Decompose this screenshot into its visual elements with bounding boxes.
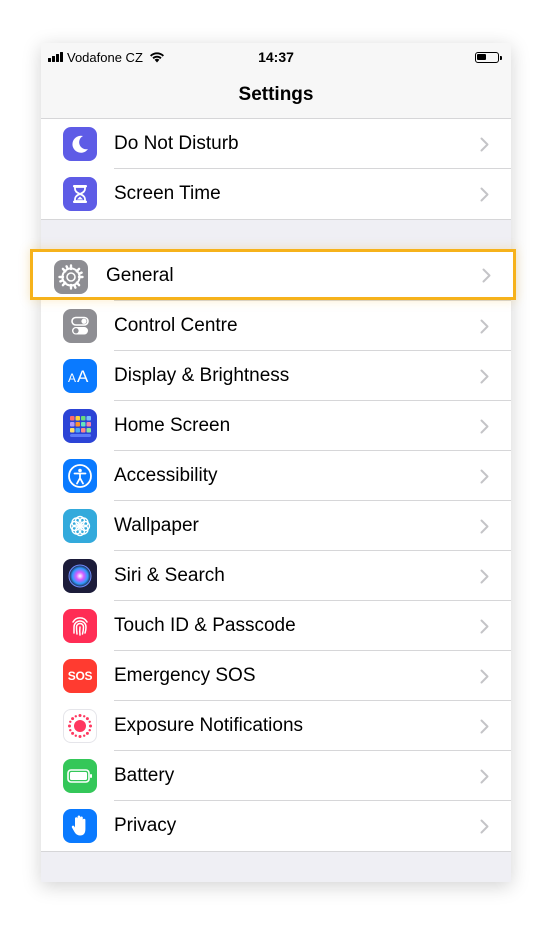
- exposure-icon: [63, 709, 97, 743]
- settings-row-do-not-disturb[interactable]: Do Not Disturb: [41, 119, 511, 169]
- row-label: Accessibility: [114, 465, 218, 486]
- battery-status-icon: [475, 51, 502, 63]
- chevron-right-icon: [480, 369, 489, 383]
- chevron-right-icon: [480, 187, 489, 201]
- page-title: Settings: [238, 83, 314, 105]
- status-bar: Vodafone CZ 14:37: [41, 43, 511, 71]
- hourglass-icon: [63, 177, 97, 211]
- row-label: Control Centre: [114, 315, 238, 336]
- settings-row-battery[interactable]: Battery: [41, 751, 511, 801]
- chevron-right-icon: [480, 319, 489, 333]
- hand-icon: [63, 809, 97, 843]
- settings-row-touch-id-passcode[interactable]: Touch ID & Passcode: [41, 601, 511, 651]
- accessibility-icon: [63, 459, 97, 493]
- settings-row-siri-search[interactable]: Siri & Search: [41, 551, 511, 601]
- row-label: Do Not Disturb: [114, 133, 239, 154]
- svg-text:A: A: [68, 371, 76, 385]
- row-label: Exposure Notifications: [114, 715, 304, 736]
- settings-row-home-screen[interactable]: Home Screen: [41, 401, 511, 451]
- row-label: Privacy: [114, 815, 177, 836]
- sos-icon: SOS: [63, 659, 97, 693]
- siri-icon: [63, 559, 97, 593]
- row-label: Emergency SOS: [114, 665, 256, 686]
- moon-icon: [63, 127, 97, 161]
- chevron-right-icon: [482, 268, 491, 283]
- settings-row-screen-time[interactable]: Screen Time: [41, 169, 511, 219]
- settings-row-general-highlighted[interactable]: General: [30, 249, 516, 300]
- row-label: Wallpaper: [114, 515, 199, 536]
- row-label: Screen Time: [114, 183, 221, 204]
- settings-row-wallpaper[interactable]: Wallpaper: [41, 501, 511, 551]
- text-size-icon: AA: [63, 359, 97, 393]
- flower-icon: [63, 509, 97, 543]
- settings-row-exposure-notifications[interactable]: Exposure Notifications: [41, 701, 511, 751]
- settings-row-privacy[interactable]: Privacy: [41, 801, 511, 851]
- svg-text:A: A: [77, 367, 89, 386]
- chevron-right-icon: [480, 137, 489, 151]
- settings-group-main: Control Centre AA Display & Brightness H…: [41, 250, 511, 852]
- chevron-right-icon: [480, 619, 489, 633]
- chevron-right-icon: [480, 569, 489, 583]
- settings-row-accessibility[interactable]: Accessibility: [41, 451, 511, 501]
- row-label: Touch ID & Passcode: [114, 615, 296, 636]
- settings-row-control-centre[interactable]: Control Centre: [41, 301, 511, 351]
- battery-icon: [63, 759, 97, 793]
- row-label: Display & Brightness: [114, 365, 290, 386]
- chevron-right-icon: [480, 719, 489, 733]
- row-label: Siri & Search: [114, 565, 225, 586]
- gear-icon: [54, 260, 88, 294]
- navigation-bar: Settings: [41, 71, 511, 119]
- app-grid-icon: [63, 409, 97, 443]
- row-label: General: [106, 265, 174, 286]
- settings-group-focus: Do Not Disturb Screen Time: [41, 119, 511, 220]
- chevron-right-icon: [480, 469, 489, 483]
- row-label: Home Screen: [114, 415, 231, 436]
- chevron-right-icon: [480, 419, 489, 433]
- settings-row-display-brightness[interactable]: AA Display & Brightness: [41, 351, 511, 401]
- row-label: Battery: [114, 765, 175, 786]
- chevron-right-icon: [480, 669, 489, 683]
- phone-screen: Vodafone CZ 14:37 Settings Do Not Distur…: [41, 43, 511, 882]
- settings-row-emergency-sos[interactable]: SOS Emergency SOS: [41, 651, 511, 701]
- toggles-icon: [63, 309, 97, 343]
- fingerprint-icon: [63, 609, 97, 643]
- clock-time: 14:37: [258, 49, 294, 65]
- sos-icon-text: SOS: [67, 669, 93, 683]
- chevron-right-icon: [480, 519, 489, 533]
- chevron-right-icon: [480, 769, 489, 783]
- chevron-right-icon: [480, 819, 489, 833]
